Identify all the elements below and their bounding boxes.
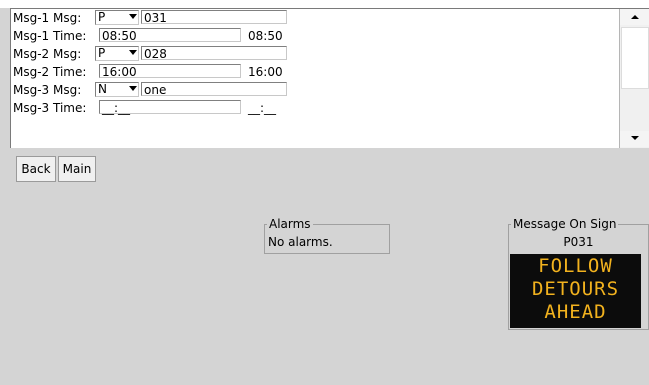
chevron-down-icon [129,50,137,55]
msg-1-time-input[interactable]: 08:50 [99,28,241,43]
msg-2-type-select[interactable]: P [95,46,139,61]
msg-2-type-value: P [98,46,106,60]
msg-2-msg-label: Msg-2 Msg: [13,47,82,61]
msg-3-time-input[interactable]: __:__ [99,100,241,115]
scroll-up-button[interactable] [620,9,649,25]
arrow-up-icon [631,15,639,19]
msg-3-msg-label: Msg-3 Msg: [13,83,82,97]
sign-line-3: AHEAD [544,301,607,323]
vertical-scrollbar[interactable] [619,9,649,148]
chevron-down-icon [129,86,137,91]
msg-2-msg-input[interactable]: 028 [141,46,287,61]
msg-3-time-label: Msg-3 Time: [13,101,87,115]
msg-1-msg-input[interactable]: 031 [141,10,287,25]
msg-2-time-input[interactable]: 16:00 [99,64,241,79]
scroll-thumb[interactable] [621,27,649,89]
top-strip [0,0,649,8]
sign-line-2: DETOURS [531,278,620,300]
back-button[interactable]: Back [16,156,56,182]
sign-message-id: P031 [563,235,594,249]
alarms-status-text: No alarms. [268,235,333,249]
msg-1-time-echo: 08:50 [248,29,283,43]
msg-3-time-echo: __:__ [248,101,277,115]
alarms-title: Alarms [267,217,313,231]
msg-1-msg-label: Msg-1 Msg: [13,11,82,25]
arrow-down-icon [631,136,639,140]
msg-1-time-label: Msg-1 Time: [13,29,87,43]
chevron-down-icon [129,14,137,19]
msg-1-type-value: P [98,10,106,24]
msg-3-msg-input[interactable]: one [141,82,287,97]
message-on-sign-title: Message On Sign [511,217,619,231]
msg-2-time-echo: 16:00 [248,65,283,79]
msg-1-type-select[interactable]: P [95,10,139,25]
main-button[interactable]: Main [58,156,96,182]
msg-2-time-label: Msg-2 Time: [13,65,87,79]
sign-display: FOLLOW DETOURS AHEAD [510,254,641,328]
msg-3-type-select[interactable]: N [95,82,139,97]
alarms-group: Alarms No alarms. [264,217,390,254]
scroll-down-button[interactable] [620,131,649,147]
message-schedule-panel: Msg-1 Msg: P 031 Msg-1 Time: 08:50 08:50… [10,8,649,148]
msg-3-type-value: N [98,82,107,96]
sign-line-1: FOLLOW [538,255,613,277]
